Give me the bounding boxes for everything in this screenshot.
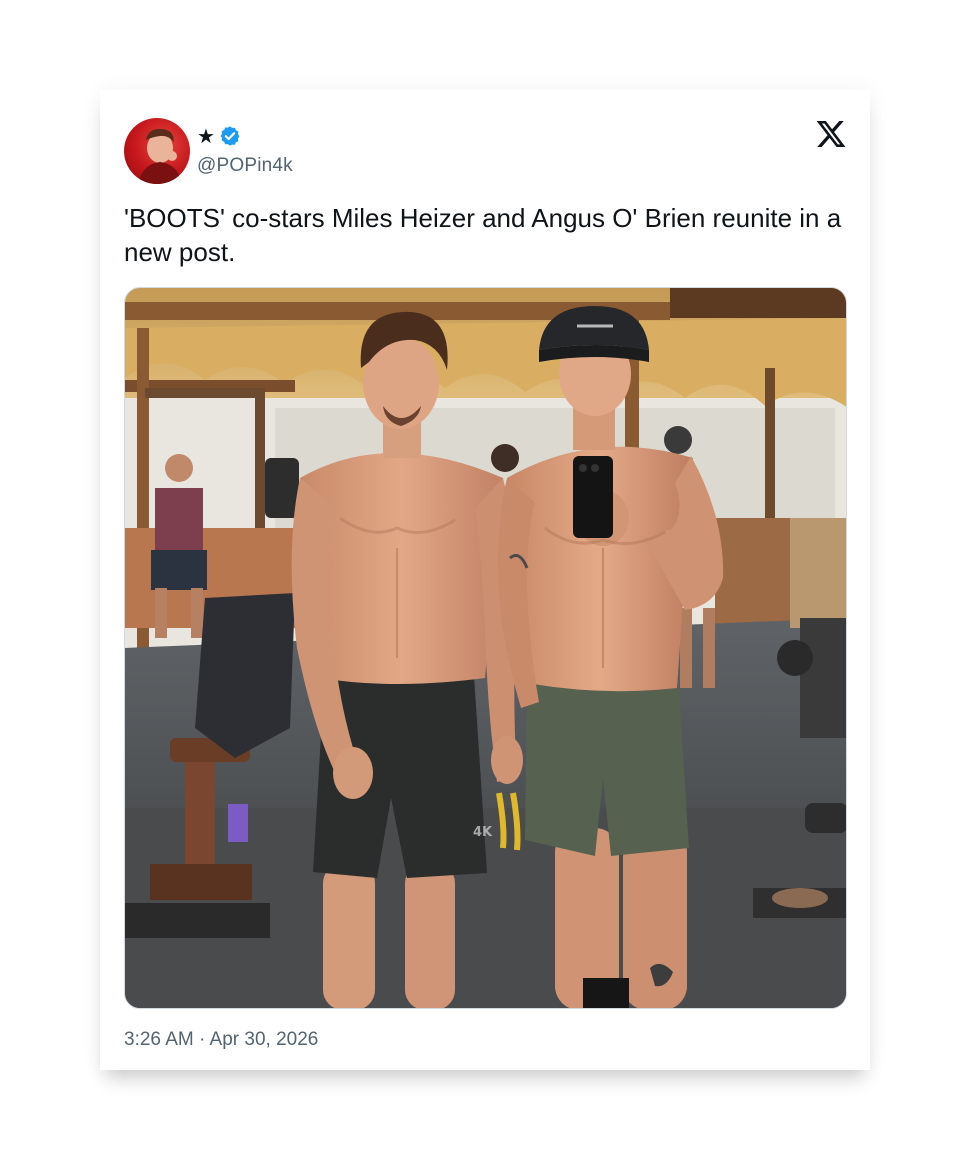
star-icon: ★ — [197, 124, 215, 148]
avatar[interactable] — [124, 118, 190, 184]
x-logo-icon[interactable] — [815, 118, 847, 150]
display-name-row[interactable]: ★ — [197, 122, 241, 150]
screenshot-stage: ★ @POPin4k 'BOOTS' co-stars Miles Heizer… — [0, 0, 971, 1173]
verified-badge-icon[interactable] — [219, 125, 241, 147]
media-watermark: 4K — [473, 825, 493, 840]
post-text: 'BOOTS' co-stars Miles Heizer and Angus … — [124, 203, 842, 267]
user-handle[interactable]: @POPin4k — [197, 155, 293, 177]
post-timestamp[interactable]: 3:26 AM · Apr 30, 2026 — [124, 1029, 318, 1051]
post-photo[interactable]: 4K — [124, 287, 847, 1009]
